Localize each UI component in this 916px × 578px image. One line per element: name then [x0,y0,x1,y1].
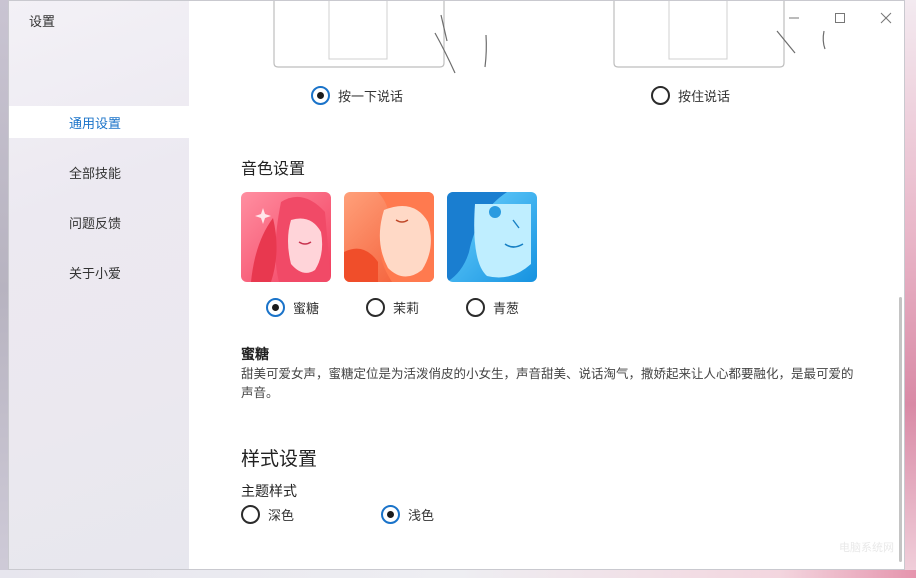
voice-card-qingcong[interactable] [447,192,537,282]
voice-section-title: 音色设置 [241,159,306,178]
radio-button[interactable] [366,298,385,317]
settings-window: 设置 通用设置 全部技能 问题反馈 关于小爱 按一下说话 按住说话 音色设置 蜜… [8,0,905,570]
watermark: 电脑系统网 [839,541,894,554]
desktop-background-left [0,0,8,578]
radio-label: 深色 [268,509,295,524]
sidebar-item-label: 问题反馈 [69,216,122,232]
selected-voice-name: 蜜糖 [241,347,269,363]
vertical-scrollbar[interactable] [899,297,902,562]
theme-style-label: 主题样式 [241,484,297,500]
radio-label: 青葱 [493,302,520,317]
window-title: 设置 [29,15,56,30]
voice-mitang-radio[interactable]: 蜜糖 [266,298,319,317]
close-icon [880,12,892,24]
close-button[interactable] [872,7,900,29]
radio-button[interactable] [466,298,485,317]
radio-label: 按住说话 [678,90,731,105]
press-once-radio[interactable]: 按一下说话 [311,86,403,105]
radio-button[interactable] [241,505,260,524]
voice-card-moli[interactable] [344,192,434,282]
radio-button[interactable] [311,86,330,105]
press-hold-illustration-image [613,1,826,68]
desktop-background-bottom [0,570,916,578]
voice-moli-radio[interactable]: 茉莉 [366,298,419,317]
moli-avatar-image [344,192,434,282]
theme-dark-radio[interactable]: 深色 [241,505,294,524]
qingcong-avatar-image [447,192,537,282]
sidebar-item-label: 通用设置 [69,116,122,132]
style-section-title: 样式设置 [241,448,318,470]
radio-label: 蜜糖 [293,302,320,317]
voice-qingcong-radio[interactable]: 青葱 [466,298,519,317]
radio-label: 浅色 [408,509,435,524]
desktop-background-right [905,0,916,578]
theme-light-radio[interactable]: 浅色 [381,505,434,524]
sidebar: 设置 通用设置 全部技能 问题反馈 关于小爱 [9,1,189,569]
press-hold-radio[interactable]: 按住说话 [651,86,730,105]
voice-card-mitang[interactable] [241,192,331,282]
radio-button[interactable] [651,86,670,105]
sidebar-item-feedback[interactable]: 问题反馈 [9,206,189,238]
radio-button[interactable] [266,298,285,317]
mitang-avatar-image [241,192,331,282]
sidebar-item-about[interactable]: 关于小爱 [9,256,189,288]
main-content: 按一下说话 按住说话 音色设置 蜜糖 茉莉 青葱 蜜糖 甜美可爱女声，蜜糖定位是… [189,1,904,569]
selected-voice-description: 甜美可爱女声，蜜糖定位是为活泼俏皮的小女生，声音甜美、说话淘气，撒娇起来让人心都… [241,366,854,400]
sidebar-item-skills[interactable]: 全部技能 [9,156,189,188]
sidebar-item-label: 关于小爱 [69,266,122,282]
sidebar-item-label: 全部技能 [69,166,122,182]
sidebar-item-general[interactable]: 通用设置 [9,106,189,138]
radio-label: 按一下说话 [338,90,404,105]
press-once-illustration-image [273,1,487,74]
radio-label: 茉莉 [393,302,420,317]
radio-button[interactable] [381,505,400,524]
